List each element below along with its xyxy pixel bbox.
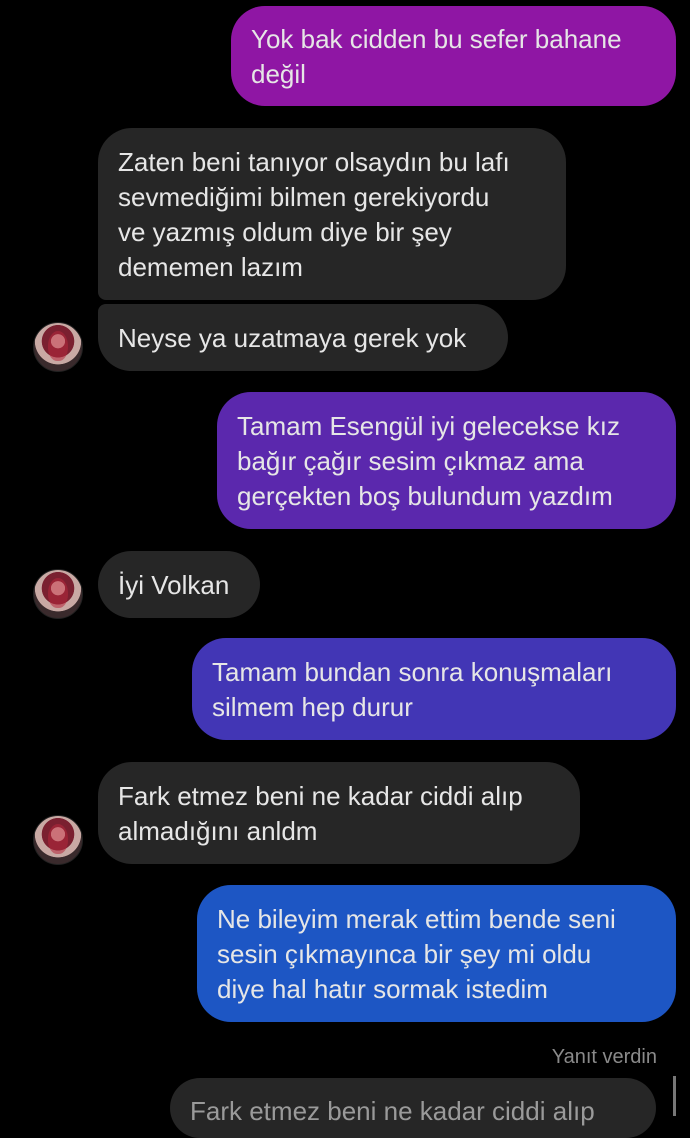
message-bubble-sent[interactable]: Tamam Esengül iyi gelecekse kız bağır ça… <box>217 392 676 529</box>
message-bubble-sent[interactable]: Yok bak cidden bu sefer bahane değil <box>231 6 676 106</box>
contact-avatar[interactable] <box>33 569 83 619</box>
scrollbar[interactable] <box>673 1076 676 1116</box>
message-bubble-received[interactable]: Neyse ya uzatmaya gerek yok <box>98 304 508 371</box>
message-bubble-sent[interactable]: Ne bileyim merak ettim bende seni sesin … <box>197 885 676 1022</box>
reply-status: Yanıt verdin <box>551 1046 657 1068</box>
message-bubble-received[interactable]: Fark etmez beni ne kadar ciddi alıp alma… <box>98 762 580 864</box>
reply-preview[interactable]: Fark etmez beni ne kadar ciddi alıp <box>170 1078 656 1138</box>
message-bubble-received[interactable]: Zaten beni tanıyor olsaydın bu lafı sevm… <box>98 128 566 300</box>
contact-avatar[interactable] <box>33 322 83 372</box>
contact-avatar[interactable] <box>33 815 83 865</box>
message-bubble-sent[interactable]: Tamam bundan sonra konuşmaları silmem he… <box>192 638 676 740</box>
message-bubble-received[interactable]: İyi Volkan <box>98 551 260 618</box>
